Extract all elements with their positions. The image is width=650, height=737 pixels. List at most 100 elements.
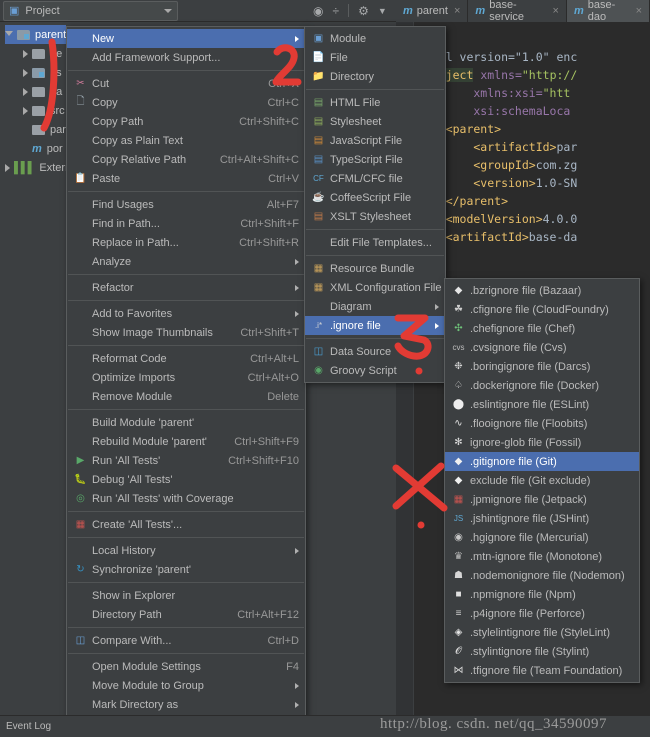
menu-item-mtn-ignore-file-monotone[interactable]: ♛ .mtn-ignore file (Monotone) <box>445 547 639 566</box>
gear-icon[interactable]: ⚙ <box>358 4 369 18</box>
menu-item-resource-bundle[interactable]: ▦ Resource Bundle <box>305 259 445 278</box>
tree-node-par[interactable]: par <box>23 120 66 139</box>
menu-item-show-image-thumbnails[interactable]: Show Image Thumbnails Ctrl+Shift+T <box>67 323 305 342</box>
menu-item-coffeescript-file[interactable]: ☕ CoffeeScript File <box>305 188 445 207</box>
menu-item-cfml-cfc-file[interactable]: CF CFML/CFC file <box>305 169 445 188</box>
menu-item-edit-file-templates[interactable]: Edit File Templates... <box>305 233 445 252</box>
menu-item-copy-path[interactable]: Copy Path Ctrl+Shift+C <box>67 112 305 131</box>
menu-item-p4ignore-file-perforce[interactable]: ≡ .p4ignore file (Perforce) <box>445 604 639 623</box>
tree-node-parent[interactable]: parent <box>5 25 67 44</box>
menu-item-rebuild-module-parent[interactable]: Rebuild Module 'parent' Ctrl+Shift+F9 <box>67 432 305 451</box>
chevron-down-icon[interactable] <box>5 31 13 40</box>
menu-item-mark-directory-as[interactable]: Mark Directory as <box>67 695 305 714</box>
chevron-right-icon[interactable] <box>23 87 28 96</box>
menu-item-groovy-script[interactable]: ◉ Groovy Script <box>305 361 445 380</box>
tree-node-as[interactable]: as <box>23 63 62 82</box>
menu-item-tfignore-file-team-foundation[interactable]: ⋈ .tfignore file (Team Foundation) <box>445 661 639 680</box>
menu-item-replace-in-path[interactable]: Replace in Path... Ctrl+Shift+R <box>67 233 305 252</box>
chevron-down-icon[interactable] <box>164 8 172 13</box>
menu-item-optimize-imports[interactable]: Optimize Imports Ctrl+Alt+O <box>67 368 305 387</box>
menu-item-paste[interactable]: 📋 Paste Ctrl+V <box>67 169 305 188</box>
menu-item-reformat-code[interactable]: Reformat Code Ctrl+Alt+L <box>67 349 305 368</box>
menu-item-add-framework-support[interactable]: Add Framework Support... <box>67 48 305 67</box>
close-icon[interactable]: × <box>553 5 559 17</box>
tree-node-ba[interactable]: ba <box>23 82 62 101</box>
menu-item-nodemonignore-file-nodemon[interactable]: ☗ .nodemonignore file (Nodemon) <box>445 566 639 585</box>
editor-tab-parent[interactable]: m parent × <box>396 0 469 22</box>
menu-item-npmignore-file-npm[interactable]: ■ .npmignore file (Npm) <box>445 585 639 604</box>
chevron-right-icon[interactable] <box>5 163 10 172</box>
menu-item-ignore-glob-file-fossil[interactable]: ✻ ignore-glob file (Fossil) <box>445 433 639 452</box>
editor-tab-base-service[interactable]: m base-service × <box>468 0 567 23</box>
close-icon[interactable]: × <box>636 5 642 17</box>
menu-item-analyze[interactable]: Analyze <box>67 252 305 271</box>
project-view-selector[interactable]: ▣ Project <box>3 0 178 21</box>
menu-item-local-history[interactable]: Local History <box>67 541 305 560</box>
menu-item-run-all-tests[interactable]: ▶ Run 'All Tests' Ctrl+Shift+F10 <box>67 451 305 470</box>
menu-item-directory[interactable]: 📁 Directory <box>305 67 445 86</box>
collapse-all-icon[interactable]: ÷ <box>332 4 339 18</box>
menu-item-run-all-tests-with-coverage[interactable]: ◎ Run 'All Tests' with Coverage <box>67 489 305 508</box>
tree-node-de[interactable]: de <box>23 44 62 63</box>
menu-item-copy-relative-path[interactable]: Copy Relative Path Ctrl+Alt+Shift+C <box>67 150 305 169</box>
menu-item-cut[interactable]: ✂ Cut Ctrl+X <box>67 74 305 93</box>
menu-item-xslt-stylesheet[interactable]: ▤ XSLT Stylesheet <box>305 207 445 226</box>
menu-item-remove-module[interactable]: Remove Module Delete <box>67 387 305 406</box>
menu-item-xml-configuration-file[interactable]: ▦ XML Configuration File <box>305 278 454 297</box>
menu-item-chefignore-file-chef[interactable]: ✣ .chefignore file (Chef) <box>445 319 639 338</box>
menu-item-module[interactable]: ▣ Module <box>305 29 445 48</box>
tree-node-src[interactable]: src <box>23 101 65 120</box>
editor-tab-base-dao[interactable]: m base-dao × <box>566 0 650 23</box>
menu-item-hgignore-file-mercurial[interactable]: ◉ .hgignore file (Mercurial) <box>445 528 639 547</box>
menu-item-find-in-path[interactable]: Find in Path... Ctrl+Shift+F <box>67 214 305 233</box>
gear-dropdown-icon[interactable]: ▼ <box>378 6 387 16</box>
menu-item-gitignore-file-git[interactable]: ◆ .gitignore file (Git) <box>445 452 639 471</box>
menu-item-jpmignore-file-jetpack[interactable]: ▦ .jpmignore file (Jetpack) <box>445 490 639 509</box>
menu-item-file[interactable]: 📄 File <box>305 48 445 67</box>
menu-item-build-module-parent[interactable]: Build Module 'parent' <box>67 413 305 432</box>
menu-item-html-file[interactable]: ▤ HTML File <box>305 93 445 112</box>
menu-item-open-module-settings[interactable]: Open Module Settings F4 <box>67 657 305 676</box>
menu-item-eslintignore-file-eslint[interactable]: ⬤ .eslintignore file (ESLint) <box>445 395 639 414</box>
menu-item-move-module-to-group[interactable]: Move Module to Group <box>67 676 305 695</box>
event-log-button[interactable]: Event Log <box>6 721 51 732</box>
menu-item-dockerignore-file-docker[interactable]: ♤ .dockerignore file (Docker) <box>445 376 639 395</box>
menu-item-synchronize-parent[interactable]: ↻ Synchronize 'parent' <box>67 560 305 579</box>
menu-item-copy[interactable]: 🗋 Copy Ctrl+C <box>67 93 305 112</box>
menu-item-cfignore-file-cloudfoundry[interactable]: ☘ .cfignore file (CloudFoundry) <box>445 300 639 319</box>
menu-item-debug-all-tests[interactable]: 🐛 Debug 'All Tests' <box>67 470 305 489</box>
menu-item-ignore-file[interactable]: .i* .ignore file <box>305 316 445 335</box>
settings-collapse-icon[interactable]: ◉ <box>313 4 323 18</box>
context-menu[interactable]: New Add Framework Support... ✂ Cut Ctrl+X 🗋 Co… <box>66 26 306 737</box>
menu-item-jshintignore-file-jshint[interactable]: JS .jshintignore file (JSHint) <box>445 509 639 528</box>
menu-item-typescript-file[interactable]: ▤ TypeScript File <box>305 150 445 169</box>
menu-item-data-source[interactable]: ◫ Data Source <box>305 342 445 361</box>
chevron-right-icon[interactable] <box>23 68 28 77</box>
menu-item-create-all-tests[interactable]: ▦ Create 'All Tests'... <box>67 515 305 534</box>
menu-item-find-usages[interactable]: Find Usages Alt+F7 <box>67 195 305 214</box>
menu-item-exclude-file-git-exclude[interactable]: ◆ exclude file (Git exclude) <box>445 471 639 490</box>
menu-item-bzrignore-file-bazaar[interactable]: ◆ .bzrignore file (Bazaar) <box>445 281 639 300</box>
chevron-right-icon[interactable] <box>23 106 28 115</box>
menu-item-directory-path[interactable]: Directory Path Ctrl+Alt+F12 <box>67 605 305 624</box>
menu-item-javascript-file[interactable]: ▤ JavaScript File <box>305 131 445 150</box>
menu-item-show-in-explorer[interactable]: Show in Explorer <box>67 586 305 605</box>
tree-node-por[interactable]: m por <box>23 139 63 158</box>
submenu-arrow-icon <box>435 322 439 329</box>
menu-item-cvsignore-file-cvs[interactable]: cvs .cvsignore file (Cvs) <box>445 338 639 357</box>
menu-item-copy-as-plain-text[interactable]: Copy as Plain Text <box>67 131 305 150</box>
menu-item-boringignore-file-darcs[interactable]: ❉ .boringignore file (Darcs) <box>445 357 639 376</box>
ignore-file-submenu[interactable]: ◆ .bzrignore file (Bazaar) ☘ .cfignore file… <box>444 278 640 683</box>
new-submenu[interactable]: ▣ Module 📄 File 📁 Directory ▤ HTML File ▤ Stylesh… <box>304 26 454 383</box>
menu-item-compare-with[interactable]: ◫ Compare With... Ctrl+D <box>67 631 305 650</box>
menu-item-flooignore-file-floobits[interactable]: ∿ .flooignore file (Floobits) <box>445 414 639 433</box>
close-icon[interactable]: × <box>454 5 460 17</box>
menu-item-stylintignore-file-stylint[interactable]: 𝓞 .stylintignore file (Stylint) <box>445 642 639 661</box>
menu-item-stylesheet[interactable]: ▤ Stylesheet <box>305 112 445 131</box>
menu-item-stylelintignore-file-stylelint[interactable]: ◈ .stylelintignore file (StyleLint) <box>445 623 639 642</box>
chevron-right-icon[interactable] <box>23 49 28 58</box>
menu-item-add-to-favorites[interactable]: Add to Favorites <box>67 304 305 323</box>
menu-item-refactor[interactable]: Refactor <box>67 278 305 297</box>
menu-item-new[interactable]: New <box>67 29 305 48</box>
menu-item-diagram[interactable]: Diagram <box>305 297 445 316</box>
